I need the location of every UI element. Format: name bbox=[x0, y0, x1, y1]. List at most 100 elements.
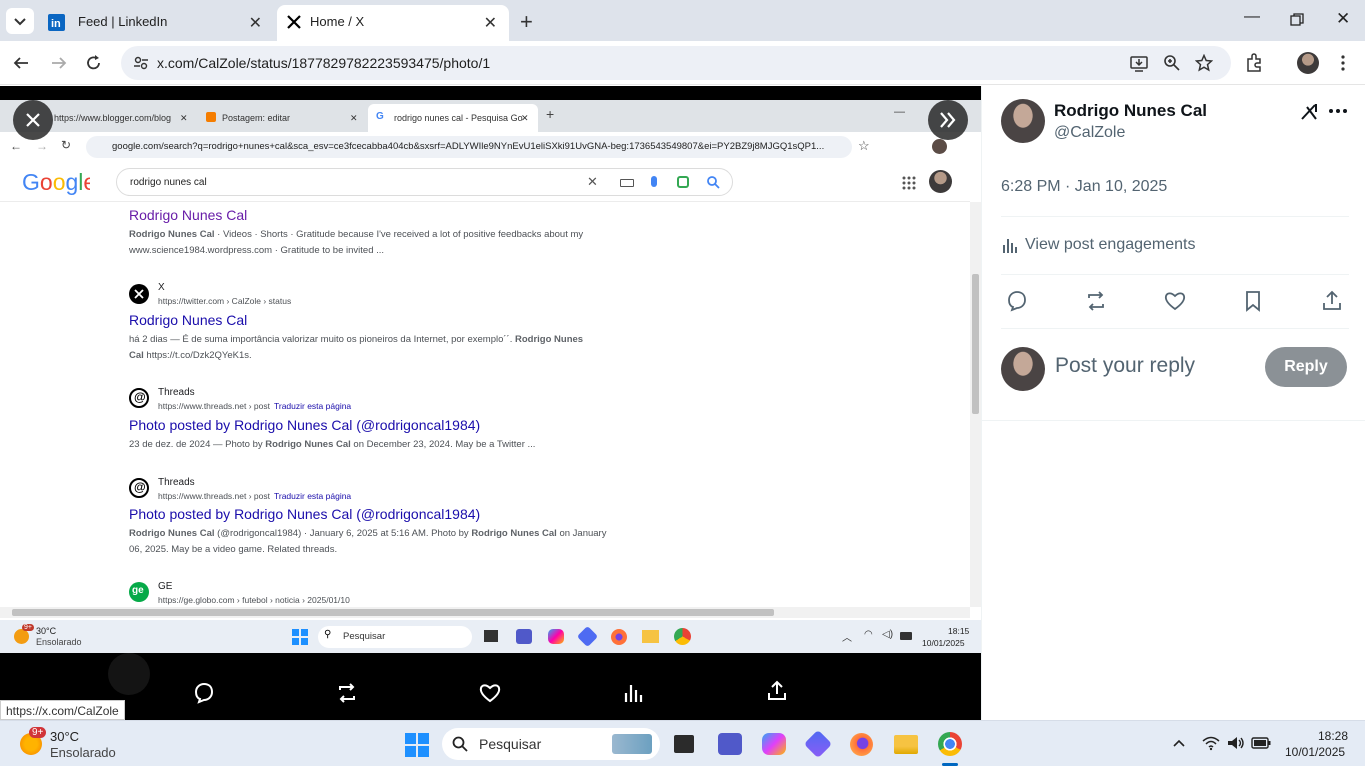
search-label: Pesquisar bbox=[479, 736, 542, 752]
back-icon[interactable] bbox=[12, 54, 30, 72]
snippet-date: 23 de dez. de 2024 bbox=[129, 439, 211, 450]
install-app-icon[interactable] bbox=[1130, 54, 1148, 72]
bookmark-icon[interactable] bbox=[1241, 289, 1265, 313]
new-tab-button[interactable]: + bbox=[520, 9, 533, 35]
browser-tab-bar: in Feed | LinkedIn ✕ Home / X ✕ + — ✕ bbox=[0, 0, 1365, 41]
tab-x-home[interactable]: Home / X ✕ bbox=[277, 5, 509, 41]
site-settings-icon[interactable] bbox=[133, 55, 149, 71]
result-url: https://www.threads.net › post Traduzir e… bbox=[158, 401, 351, 411]
chevron-up-icon[interactable] bbox=[1172, 738, 1186, 748]
google-header: Google rodrigo nunes cal ✕ bbox=[0, 162, 970, 202]
share-icon[interactable] bbox=[765, 679, 789, 703]
reply-icon[interactable] bbox=[1005, 289, 1029, 313]
author-handle[interactable]: @CalZole bbox=[1054, 124, 1125, 142]
inner-tab-title: Postagem: editar bbox=[222, 113, 291, 123]
inner-scrollbar-v bbox=[970, 202, 981, 607]
author-avatar[interactable] bbox=[1001, 99, 1045, 143]
google-icon: G bbox=[376, 111, 384, 122]
battery-icon bbox=[900, 632, 912, 640]
inner-avatar bbox=[932, 139, 947, 154]
battery-icon[interactable] bbox=[1251, 736, 1271, 750]
author-name[interactable]: Rodrigo Nunes Cal bbox=[1054, 101, 1207, 121]
like-icon[interactable] bbox=[478, 681, 502, 705]
translate-link: Traduzir esta página bbox=[273, 401, 352, 411]
back-icon: ← bbox=[10, 139, 22, 153]
result-title: Photo posted by Rodrigo Nunes Cal (@rodr… bbox=[129, 417, 481, 433]
minimize-button[interactable]: — bbox=[1244, 8, 1260, 26]
views-icon[interactable] bbox=[622, 681, 646, 705]
m365-icon[interactable] bbox=[803, 729, 833, 759]
snippet-bold: Rodrigo Nunes Cal bbox=[471, 528, 557, 539]
grok-icon[interactable] bbox=[1298, 100, 1320, 122]
folder-icon[interactable] bbox=[894, 735, 918, 754]
file-explorer-icon[interactable] bbox=[674, 735, 694, 753]
result-url: https://twitter.com › CalZole › status bbox=[158, 296, 292, 306]
extensions-icon[interactable] bbox=[1244, 53, 1264, 73]
reply-button[interactable]: Reply bbox=[1265, 347, 1347, 387]
result-url: https://ge.globo.com › futebol › noticia… bbox=[158, 595, 350, 605]
inner-tab-postagem: Postagem: editar ✕ bbox=[200, 104, 362, 132]
weather-desc: Ensolarado bbox=[50, 745, 116, 760]
reload-icon[interactable] bbox=[85, 54, 103, 72]
result-title: Photo posted by Rodrigo Nunes Cal (@rodr… bbox=[129, 506, 481, 522]
teams-icon bbox=[516, 629, 532, 644]
chrome-icon[interactable] bbox=[938, 732, 962, 756]
svg-text:Google: Google bbox=[22, 169, 90, 195]
copilot-icon[interactable] bbox=[762, 733, 786, 755]
like-icon[interactable] bbox=[1163, 289, 1187, 313]
chevron-up-icon: ︿ bbox=[842, 633, 852, 644]
result-site: Threads bbox=[158, 387, 195, 398]
snippet-bold: Rodrigo Nunes Cal bbox=[129, 528, 215, 539]
search-highlight-icon bbox=[612, 734, 652, 754]
taskbar-search-box[interactable]: Pesquisar bbox=[442, 728, 660, 760]
weather-icon bbox=[14, 629, 29, 644]
post-datetime[interactable]: 6:28 PM · Jan 10, 2025 bbox=[1001, 178, 1167, 196]
lens-icon bbox=[677, 176, 689, 188]
tab-linkedin[interactable]: in Feed | LinkedIn ✕ bbox=[40, 5, 274, 41]
repost-icon[interactable] bbox=[335, 681, 359, 705]
threads-icon: @ bbox=[134, 480, 146, 494]
close-viewer-button[interactable] bbox=[13, 100, 53, 140]
firefox-icon bbox=[611, 629, 627, 645]
new-tab-icon: + bbox=[546, 106, 555, 122]
close-tab-icon[interactable]: ✕ bbox=[249, 13, 262, 33]
reply-input[interactable]: Post your reply bbox=[1055, 354, 1195, 378]
clock-date: 10/01/2025 bbox=[922, 638, 965, 648]
bookmark-star-icon: ☆ bbox=[858, 138, 870, 153]
profile-avatar[interactable] bbox=[1297, 52, 1319, 74]
threads-favicon: @ bbox=[129, 478, 149, 498]
close-tab-icon[interactable]: ✕ bbox=[484, 13, 497, 33]
teams-icon[interactable] bbox=[718, 733, 742, 755]
volume-icon[interactable] bbox=[1226, 735, 1246, 751]
tab-search-button[interactable] bbox=[6, 8, 34, 34]
wifi-icon[interactable] bbox=[1202, 735, 1220, 751]
expand-panel-button[interactable] bbox=[928, 100, 968, 140]
x-logo-icon bbox=[134, 289, 144, 299]
copilot-icon bbox=[548, 629, 564, 644]
restore-icon[interactable] bbox=[1290, 13, 1304, 27]
taskbar: 9+ 30°C Ensolarado Pesquisar 18:28 10/01… bbox=[0, 720, 1365, 766]
menu-icon[interactable] bbox=[1338, 54, 1348, 72]
search-icon bbox=[707, 176, 720, 189]
close-window-button[interactable]: ✕ bbox=[1336, 9, 1350, 29]
result-site: GE bbox=[158, 581, 173, 592]
forward-icon[interactable] bbox=[50, 54, 68, 72]
firefox-icon[interactable] bbox=[850, 733, 873, 756]
zoom-icon[interactable] bbox=[1163, 54, 1181, 72]
more-icon[interactable] bbox=[1328, 102, 1348, 120]
clock-date[interactable]: 10/01/2025 bbox=[1285, 745, 1345, 759]
volume-icon: ◁) bbox=[882, 629, 894, 640]
view-engagements-link[interactable]: View post engagements bbox=[1025, 236, 1195, 254]
search-label: Pesquisar bbox=[343, 631, 386, 642]
reply-icon[interactable] bbox=[192, 681, 216, 705]
clock-time[interactable]: 18:28 bbox=[1318, 729, 1348, 743]
windows-start-icon[interactable] bbox=[405, 733, 429, 757]
tab-title: Feed | LinkedIn bbox=[78, 14, 168, 29]
post-panel: Rodrigo Nunes Cal @CalZole 6:28 PM · Jan… bbox=[981, 86, 1365, 720]
folder-icon bbox=[642, 630, 659, 643]
bookmark-star-icon[interactable] bbox=[1195, 54, 1213, 72]
share-icon[interactable] bbox=[1320, 289, 1344, 313]
mic-icon bbox=[651, 176, 657, 187]
repost-icon[interactable] bbox=[1084, 289, 1108, 313]
omnibox[interactable]: x.com/CalZole/status/1877829782223593475… bbox=[121, 46, 1231, 80]
